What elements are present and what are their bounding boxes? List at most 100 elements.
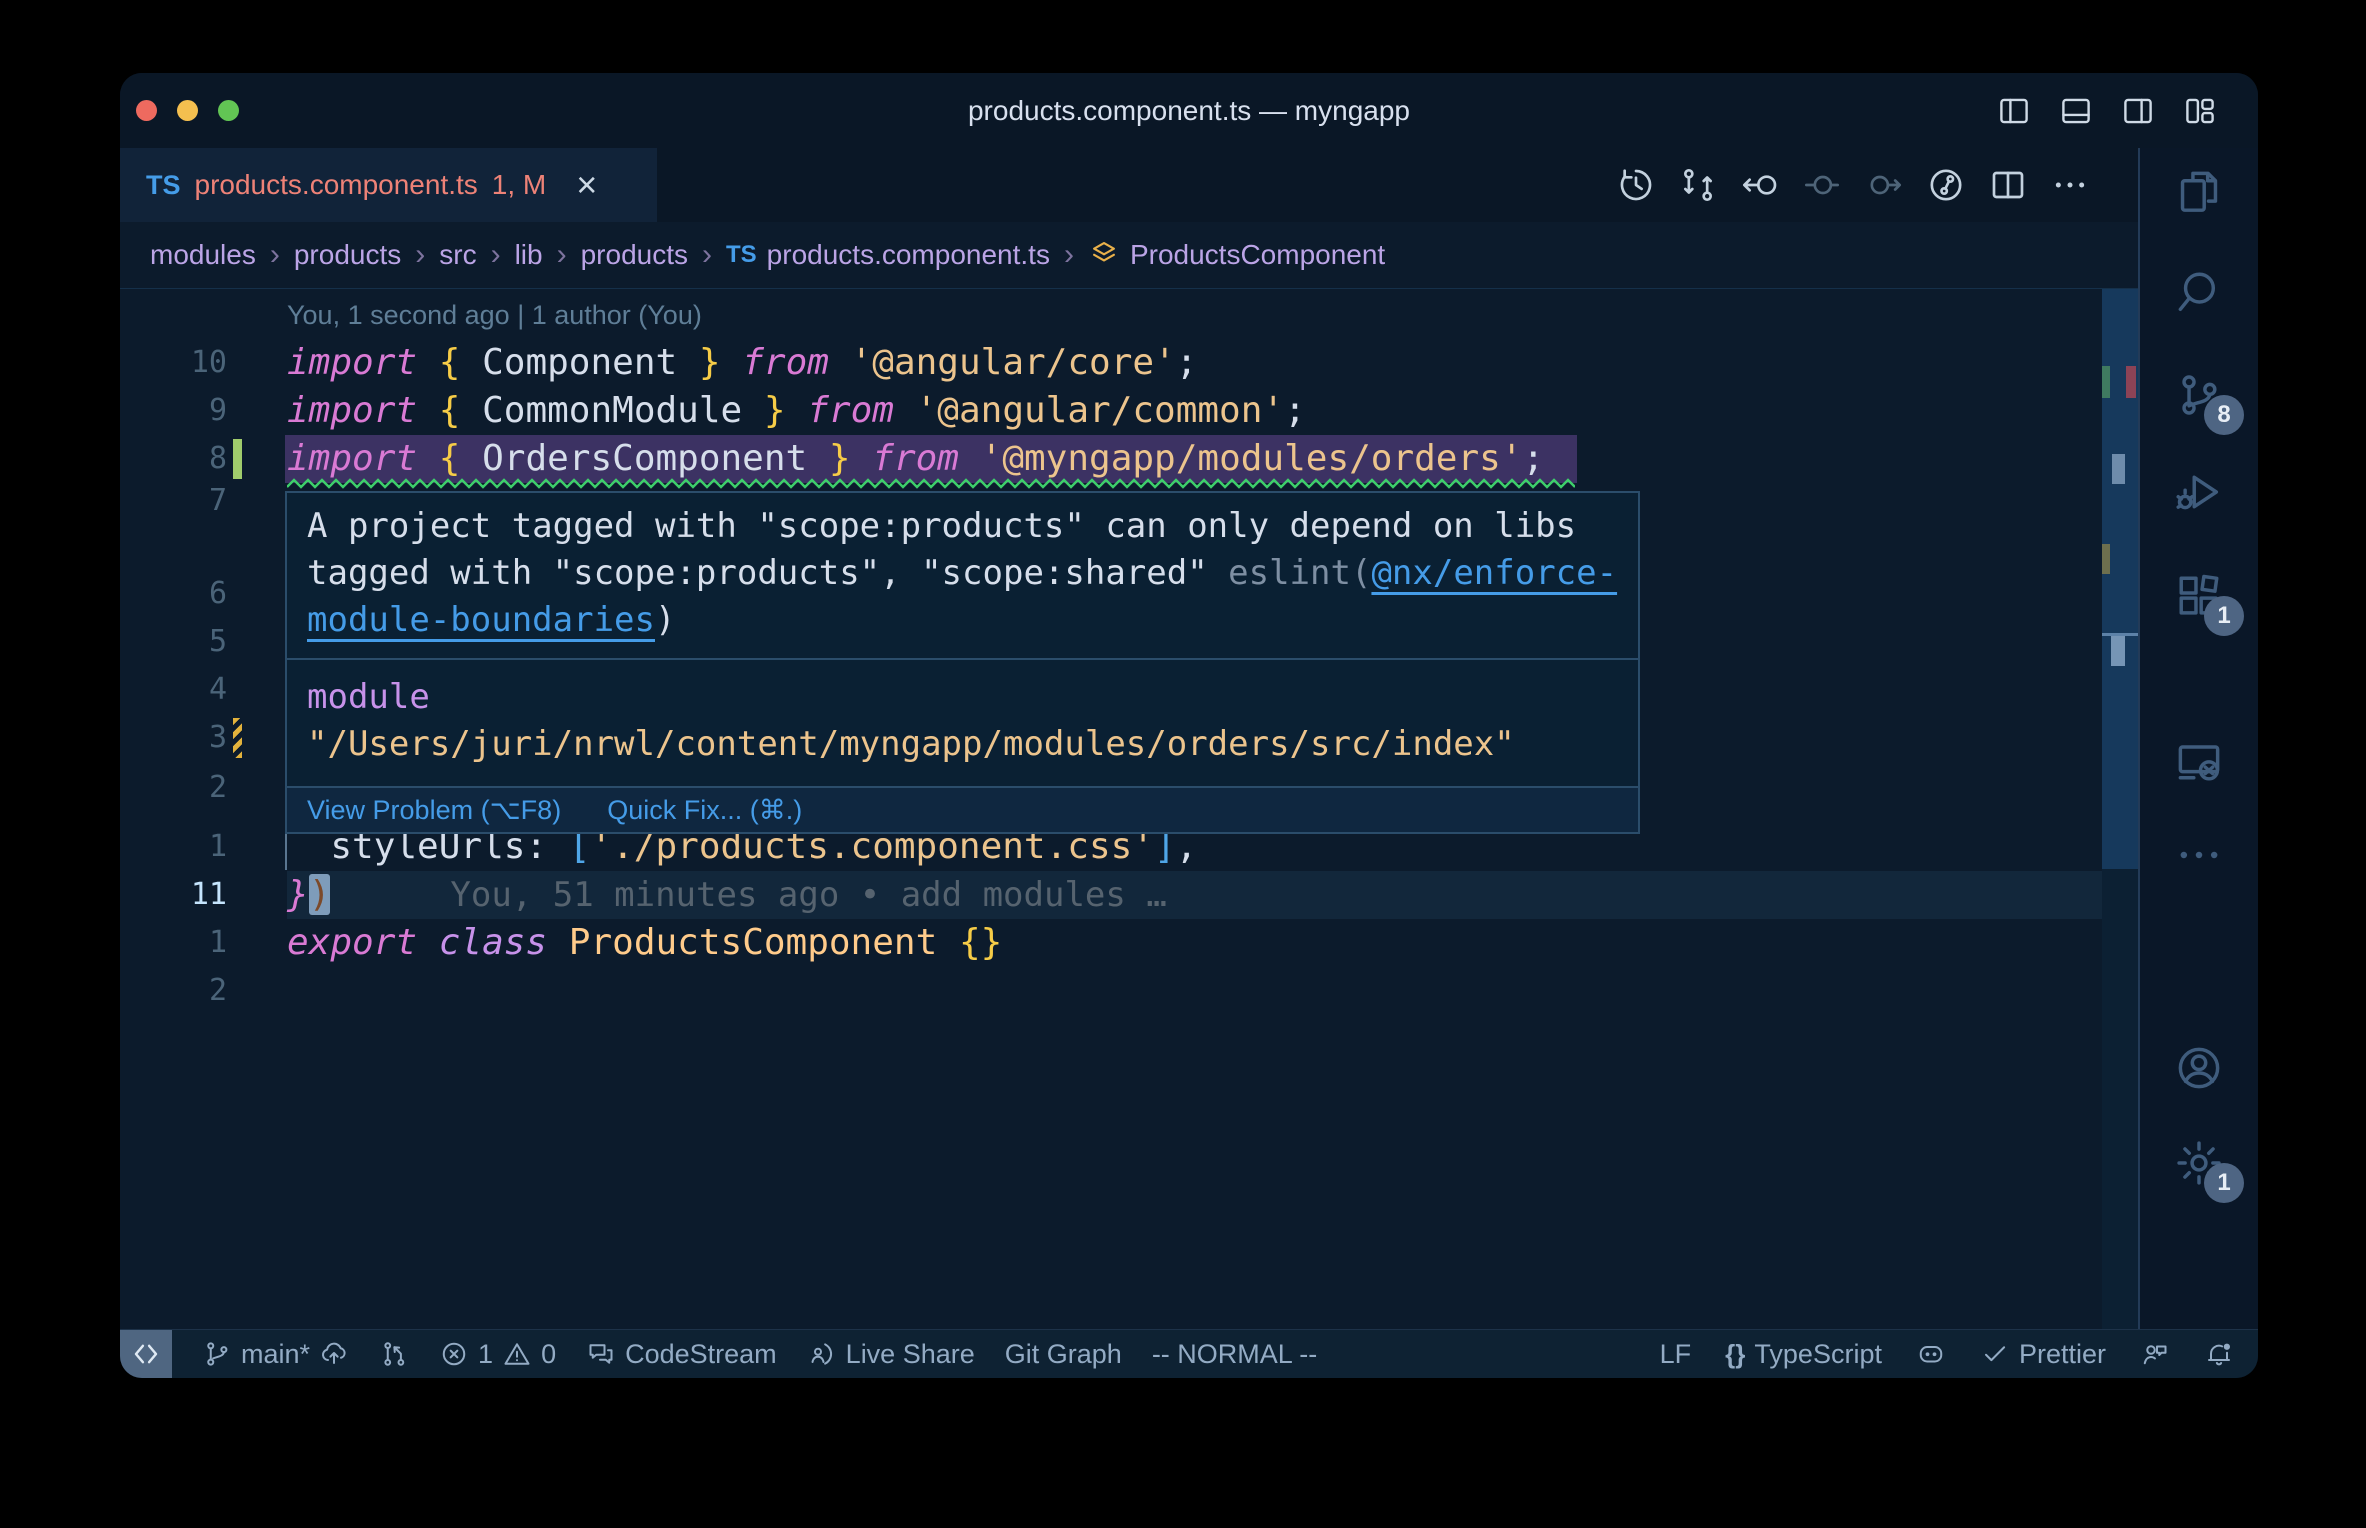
breadcrumb-item-src[interactable]: src [439,239,476,271]
breadcrumb-item-products-component-ts[interactable]: TS products.component.ts [726,239,1050,271]
code-line[interactable]: 9 import { CommonModule } from '@angular/… [120,387,2102,435]
gutter-added-indicator [233,439,242,479]
breadcrumb-item-products[interactable]: products [294,239,401,271]
layout-sidebar-right-icon[interactable] [2120,93,2156,129]
copilot-status[interactable] [1916,1339,1946,1369]
status-label: -- NORMAL -- [1151,1338,1318,1369]
rule-link[interactable]: module-boundaries [307,600,655,640]
breadcrumb-item-products[interactable]: products [581,239,688,271]
editor[interactable]: You, 1 second ago | 1 author (You) 10 impo… [120,288,2138,1329]
activity-account[interactable] [2140,1042,2258,1094]
remote-indicator[interactable] [120,1330,172,1378]
git-blame-lens[interactable]: You, 1 second ago | 1 author (You) [287,291,702,339]
breadcrumb-label: products.component.ts [766,239,1050,270]
breadcrumb-item-modules[interactable]: modules [150,239,256,271]
split-editor-icon[interactable] [1988,165,2028,205]
line-number: 6 [208,576,227,611]
problems-status[interactable]: 10 [439,1339,556,1370]
status-bar: main* 1 0 CodeStream Live Share Git Graph -- N… [120,1329,2258,1378]
person-feedback-icon [2140,1339,2170,1369]
tab-products-component[interactable]: TS products.component.ts 1, M × [120,148,657,222]
activity-badge: 8 [2204,395,2244,435]
layout-sidebar-left-icon[interactable] [1996,93,2032,129]
status-label: Live Share [845,1338,975,1369]
chevron-right-icon: › [415,238,426,271]
history-icon[interactable] [1616,165,1656,205]
feedback-status[interactable] [2140,1339,2170,1369]
module-info: module "/Users/juri/nrwl/content/myngapp… [287,660,1638,788]
notifications-status[interactable] [2204,1339,2234,1369]
problem-hover: A project tagged with "scope:products" c… [285,491,1640,834]
code-line[interactable]: 11}) You, 51 minutes ago • add modules … [120,871,2102,919]
prev-change-icon[interactable] [1802,165,1842,205]
prettier-status[interactable]: Prettier [1980,1339,2106,1370]
live-share-icon [807,1339,837,1369]
commit-graph-icon[interactable] [1926,165,1966,205]
editor-toolbar [1616,148,2090,222]
problem-text: ) [655,600,676,640]
status-label: 0 [541,1338,557,1369]
chevron-right-icon: › [1063,238,1074,271]
activity-search[interactable] [2140,266,2258,318]
screen: products.component.ts — myngapp TS produ… [0,0,2366,1528]
activity-run-debug[interactable] [2140,466,2258,518]
activity-bar: 8 1 1 [2138,148,2258,1329]
problem-message-line: A project tagged with "scope:products" c… [307,506,1577,546]
line-number: 2 [208,770,227,805]
codestream-status[interactable]: CodeStream [586,1339,777,1370]
line-number: 2 [208,973,227,1008]
tab-decoration: 1, M [491,169,547,200]
close-tab-icon[interactable]: × [576,167,597,203]
code-line[interactable]: 2 [120,967,2102,1015]
chevron-right-icon: › [269,238,280,271]
files-icon [2173,166,2225,218]
vim-mode-status[interactable]: -- NORMAL -- [1152,1339,1317,1370]
braces-icon: {} [1725,1338,1746,1369]
branch-status[interactable]: main* [202,1339,349,1370]
breadcrumb-label: lib [514,239,543,270]
activity-source-control[interactable]: 8 [2140,369,2258,435]
line-number: 3 [208,720,227,755]
activity-explorer[interactable] [2140,166,2258,218]
window-title: products.component.ts — myngapp [967,94,1410,126]
layout-panel-icon[interactable] [2058,93,2094,129]
git-compare-icon[interactable] [1678,165,1718,205]
git-branch-icon [202,1339,232,1369]
activity-extensions[interactable]: 1 [2140,570,2258,636]
breadcrumb-label: products [293,239,402,270]
language-status[interactable]: {} TypeScript [1725,1339,1882,1370]
commit-graph-status[interactable] [379,1339,409,1369]
gutter-modified-indicator [233,718,242,758]
back-arrow-icon[interactable] [1740,165,1780,205]
breadcrumb-item-productscomponent[interactable]: ProductsComponent [1088,238,1385,272]
git-graph-status[interactable]: Git Graph [1005,1339,1122,1370]
live-share-status[interactable]: Live Share [807,1339,975,1370]
eol-status[interactable]: LF [1660,1339,1692,1370]
activity-settings[interactable]: 1 [2140,1137,2258,1203]
activity-remote-explorer[interactable] [2140,737,2258,789]
next-change-icon[interactable] [1864,165,1904,205]
view-problem-action[interactable]: View Problem (⌥F8) [307,795,561,826]
blame-lens-row[interactable]: You, 1 second ago | 1 author (You) [120,291,2102,339]
scrollbar[interactable] [2102,289,2138,1329]
ruler-added-mark [2102,366,2110,398]
code-line[interactable]: 10 import { Component } from '@angular/co… [120,339,2102,387]
code-line[interactable]: 1 export class ProductsComponent {} [120,919,2102,967]
code-line[interactable]: 8 import { OrdersComponent } from '@mynga… [120,435,2102,489]
bell-dot-icon [2204,1339,2234,1369]
customize-layout-icon[interactable] [2182,93,2218,129]
search-icon [2173,266,2225,318]
eslint-source: eslint( [1228,553,1372,593]
breadcrumb-item-lib[interactable]: lib [515,239,543,271]
rule-link[interactable]: @nx/enforce- [1371,553,1617,593]
chevron-right-icon: › [556,238,567,271]
status-label: CodeStream [625,1338,777,1369]
breadcrumb-label: products [580,239,688,270]
quick-fix-action[interactable]: Quick Fix... (⌘.) [607,795,802,826]
status-label: Git Graph [1004,1338,1122,1369]
line-number: 7 [208,483,227,518]
status-label: main* [241,1338,311,1369]
activity-more[interactable] [2140,829,2258,881]
more-actions-icon[interactable] [2050,165,2090,205]
breadcrumb-label: modules [150,239,256,270]
